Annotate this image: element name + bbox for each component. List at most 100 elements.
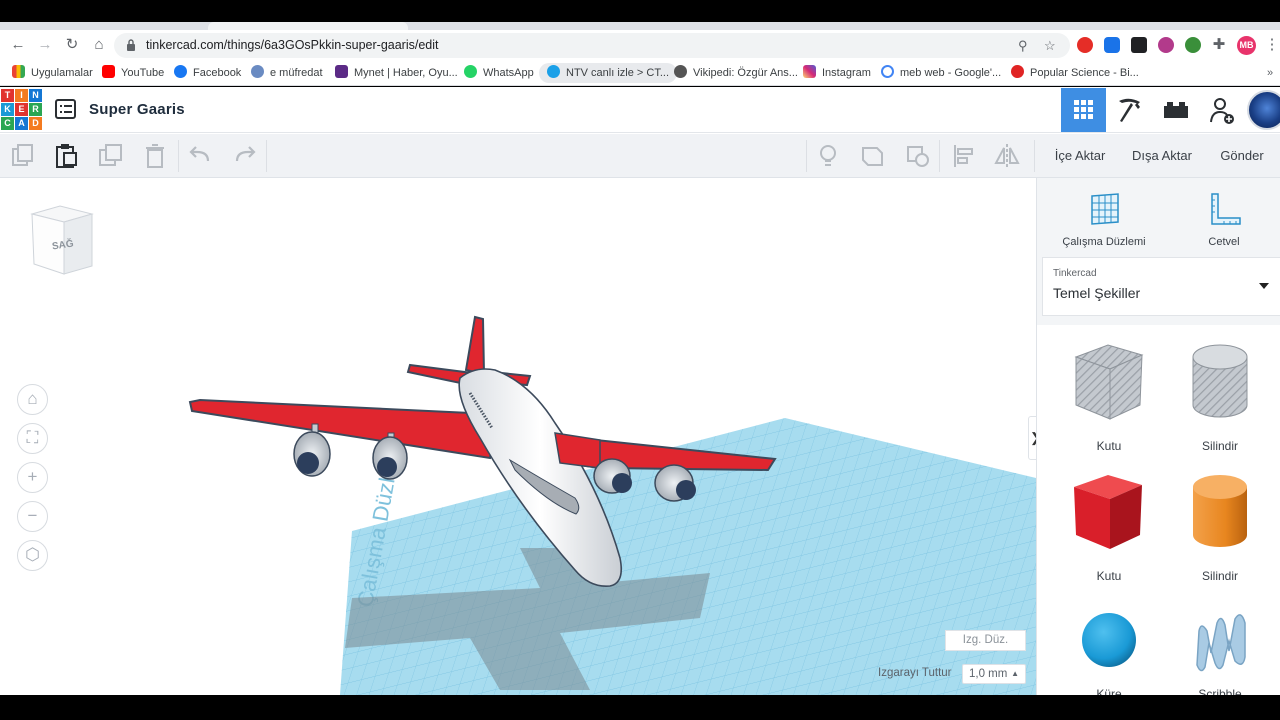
workplane-tool-label: Çalışma Düzlemi	[1062, 236, 1146, 248]
shape-grid: Kutu Silindir Kutu Silindir Küre Scribbl…	[1037, 325, 1280, 701]
tab-strip[interactable]	[0, 22, 1280, 30]
shape-box-hole[interactable]: Kutu	[1054, 335, 1164, 455]
view-cube[interactable]: SAĞ	[30, 204, 94, 276]
bookmark-label: Uygulamalar	[31, 67, 93, 79]
popsci-icon	[1011, 65, 1024, 78]
mirror-icon[interactable]	[992, 141, 1022, 171]
workplane-icon	[1091, 193, 1119, 225]
active-tab[interactable]	[208, 22, 408, 30]
bookmark-label: Mynet | Haber, Oyu...	[354, 67, 458, 79]
star-icon[interactable]: ☆	[1044, 38, 1056, 54]
shape-cylinder-hole[interactable]: Silindir	[1165, 335, 1275, 455]
bookmark-popsci[interactable]: Popular Science - Bi...	[1011, 65, 1139, 81]
import-button[interactable]: İçe Aktar	[1046, 142, 1114, 170]
design-list-icon[interactable]	[55, 99, 76, 119]
bookmark-label: YouTube	[121, 67, 165, 79]
extensions-puzzle-icon[interactable]: ✚	[1209, 36, 1229, 54]
bookmarks-overflow-icon[interactable]: »	[1267, 65, 1273, 81]
shape-label: Kutu	[1096, 439, 1122, 453]
fit-view-icon[interactable]: ⛶	[17, 423, 48, 454]
snap-grid-select[interactable]: 1,0 mm ▲	[962, 664, 1026, 684]
extension-opera-icon[interactable]	[1077, 37, 1093, 53]
logo-letter: C	[1, 117, 14, 130]
lightbulb-icon[interactable]	[813, 141, 843, 171]
logo-letter: D	[29, 117, 42, 130]
redo-icon[interactable]	[229, 141, 259, 171]
chevron-up-icon: ▲	[1011, 669, 1019, 678]
shape-library-select[interactable]: Tinkercad Temel Şekiller	[1042, 257, 1280, 316]
library-source: Tinkercad	[1053, 268, 1097, 279]
chevron-down-icon	[1259, 283, 1269, 289]
bookmark-mynet[interactable]: Mynet | Haber, Oyu...	[335, 65, 458, 81]
back-icon[interactable]: ←	[8, 36, 28, 54]
bookmark-label: meb web - Google'...	[900, 67, 1002, 79]
library-name: Temel Şekiller	[1053, 285, 1141, 301]
ruler-tool[interactable]: Cetvel	[1169, 190, 1279, 250]
zoom-in-icon[interactable]: +	[17, 462, 48, 493]
extension-globe-icon[interactable]	[1185, 37, 1201, 53]
tinkercad-logo[interactable]: T I N K E R C A D	[1, 89, 42, 131]
bookmark-apps[interactable]: Uygulamalar	[12, 65, 93, 81]
shape-box[interactable]: Kutu	[1054, 465, 1164, 585]
forward-icon[interactable]: →	[35, 36, 55, 54]
extension-download-icon[interactable]	[1158, 37, 1174, 53]
address-bar[interactable]: tinkercad.com/things/6a3GOsPkkin-super-g…	[114, 33, 1070, 58]
user-avatar[interactable]	[1247, 90, 1280, 130]
extension-bookmark-icon[interactable]	[1104, 37, 1120, 53]
ungroup-icon[interactable]	[903, 141, 933, 171]
screen: ← → ↻ ⌂ tinkercad.com/things/6a3GOsPkkin…	[0, 0, 1280, 720]
export-button[interactable]: Dışa Aktar	[1126, 142, 1198, 170]
logo-letter: K	[1, 103, 14, 116]
3d-design-view-button[interactable]	[1061, 88, 1106, 132]
bookmark-instagram[interactable]: Instagram	[803, 65, 871, 81]
app-header: T I N K E R C A D Super Gaaris	[0, 87, 1280, 133]
bookmark-youtube[interactable]: YouTube	[102, 65, 164, 81]
home-view-icon[interactable]: ⌂	[17, 384, 48, 415]
duplicate-icon[interactable]	[96, 141, 126, 171]
align-icon[interactable]	[949, 141, 979, 171]
bookmark-meb[interactable]: meb web - Google'...	[881, 65, 1001, 81]
undo-icon[interactable]	[186, 141, 216, 171]
zoom-icon[interactable]: ⚲	[1018, 38, 1028, 54]
group-icon[interactable]	[858, 141, 888, 171]
edit-grid-button[interactable]: Izg. Düz.	[945, 630, 1026, 651]
home-icon[interactable]: ⌂	[89, 36, 109, 54]
edit-toolbar: İçe Aktar Dışa Aktar Gönder	[0, 134, 1280, 178]
workplane-tool[interactable]: Çalışma Düzlemi	[1049, 190, 1159, 250]
tail-fin	[464, 315, 486, 376]
share-user-button[interactable]	[1199, 88, 1244, 132]
grid-icon	[1074, 100, 1093, 119]
sphere-icon	[1082, 613, 1136, 667]
perspective-icon[interactable]: ⬡	[17, 540, 48, 571]
copy-icon[interactable]	[8, 141, 38, 171]
mynet-icon	[335, 65, 348, 78]
paste-icon[interactable]	[51, 141, 81, 171]
bookmark-label: WhatsApp	[483, 67, 534, 79]
toolbar-divider	[939, 140, 940, 172]
bookmark-whatsapp[interactable]: WhatsApp	[464, 65, 534, 81]
ruler-icon	[1211, 193, 1241, 225]
workplane-canvas[interactable]: Çalışma Düzlemi SAĞ ⌂ ⛶ + − ⬡ Izg. Düz. …	[0, 178, 1036, 695]
bookmark-label: Vikipedi: Özgür Ans...	[693, 67, 798, 79]
extension-badge-icon[interactable]	[1131, 37, 1147, 53]
bookmark-emufredat[interactable]: e müfredat	[251, 65, 323, 81]
toolbar-divider	[806, 140, 807, 172]
scribble-icon	[1196, 614, 1246, 672]
bookmark-ntv[interactable]: NTV canlı izle > CT...	[539, 63, 678, 83]
bookmark-facebook[interactable]: Facebook	[174, 65, 241, 81]
delete-icon[interactable]	[140, 141, 170, 171]
scene-svg: Çalışma Düzlemi	[188, 315, 1036, 695]
url-text: tinkercad.com/things/6a3GOsPkkin-super-g…	[146, 38, 439, 52]
project-title[interactable]: Super Gaaris	[89, 101, 185, 118]
box-hole-icon	[1074, 344, 1144, 420]
bricks-view-button[interactable]	[1153, 88, 1198, 132]
facebook-icon	[174, 65, 187, 78]
send-button[interactable]: Gönder	[1212, 142, 1272, 170]
reload-icon[interactable]: ↻	[62, 36, 82, 54]
profile-avatar[interactable]: MB	[1237, 36, 1256, 55]
minecraft-view-button[interactable]	[1107, 88, 1152, 132]
more-menu-icon[interactable]: ⋮	[1262, 36, 1280, 54]
shape-cylinder[interactable]: Silindir	[1165, 465, 1275, 585]
zoom-out-icon[interactable]: −	[17, 501, 48, 532]
bookmark-vikipedi[interactable]: Vikipedi: Özgür Ans...	[674, 65, 798, 81]
